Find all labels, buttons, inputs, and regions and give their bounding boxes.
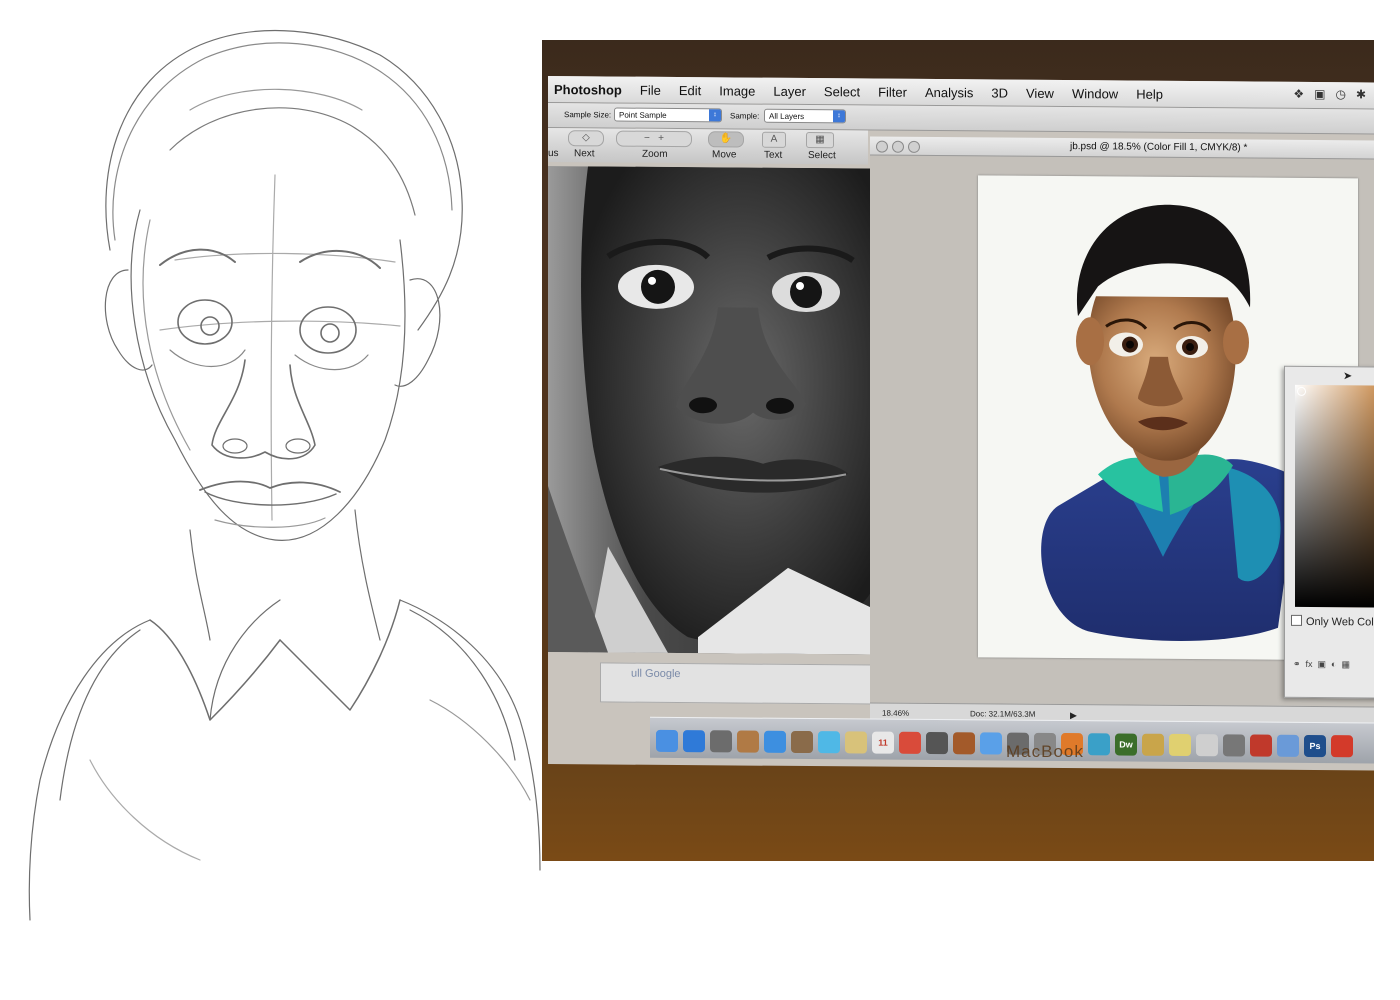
select-tool-icon[interactable]: ▦ (806, 132, 834, 149)
color-picker-panel: ➤ Only Web Colors ⚭ fx ▣ ◐ ▦ (1284, 365, 1374, 699)
appstore-icon[interactable] (683, 730, 705, 753)
checkbox-icon[interactable] (1291, 614, 1302, 626)
sketch-right-shoulder (399, 599, 541, 871)
notes-icon[interactable] (845, 731, 867, 754)
sketch-left-eye (177, 299, 233, 345)
menu-select[interactable]: Select (824, 84, 860, 99)
sketch-left-shoulder (28, 619, 151, 921)
safari-icon[interactable] (764, 730, 786, 753)
screen: Photoshop File Edit Image Layer Select F… (548, 76, 1374, 771)
sketch-right-eye (299, 306, 357, 354)
previous-button-label[interactable]: us (548, 148, 559, 159)
sample-size-label: Sample Size: (564, 110, 612, 120)
menu-window[interactable]: Window (1072, 86, 1118, 101)
color-picker-cursor-icon[interactable] (1297, 386, 1306, 396)
text-tool-icon[interactable]: A (762, 131, 786, 148)
zoom-icon[interactable]: − + (616, 130, 692, 148)
folder-icon[interactable] (1277, 734, 1299, 757)
menu-view[interactable]: View (1026, 85, 1054, 100)
acrobat-icon[interactable] (1250, 734, 1272, 757)
next-button-label[interactable]: Next (574, 148, 595, 159)
bulb-icon[interactable] (1169, 733, 1191, 757)
document-size: Doc: 32.1M/63.3M (970, 709, 1036, 719)
chrome-icon[interactable] (899, 731, 921, 754)
move-icon[interactable]: ✋ (708, 131, 744, 148)
system-tray: ❖ ▣ ◷ ✱ (1293, 87, 1366, 102)
acrobat-reader-icon[interactable] (1331, 735, 1353, 758)
menu-file[interactable]: File (640, 82, 661, 97)
sample-size-value: Point Sample (619, 110, 667, 120)
macbook-logo: MacBook (1006, 742, 1084, 761)
chevron-updown-icon: ↕ (709, 109, 721, 122)
only-web-colors-option[interactable]: Only Web Colors (1291, 614, 1374, 629)
menu-3d[interactable]: 3D (991, 85, 1008, 100)
stamp-icon[interactable] (1142, 733, 1164, 756)
move-button-label[interactable]: Move (712, 149, 736, 160)
document-title: jb.psd @ 18.5% (Color Fill 1, CMYK/8) * (1070, 141, 1248, 154)
select-button-label[interactable]: Select (808, 150, 836, 161)
minimize-window-icon[interactable] (892, 140, 904, 153)
sketch-nose (211, 359, 316, 460)
menu-filter[interactable]: Filter (878, 84, 907, 99)
viewer-toolbar: us ◇ Next − + Zoom ✋ Move A Text ▦ Selec… (548, 128, 868, 165)
dreamweaver-icon[interactable]: Dw (1115, 733, 1137, 756)
sketch-hair-outline (105, 29, 463, 331)
sketch-right-brow (299, 250, 381, 269)
sketch-face-outline (130, 209, 406, 541)
sample-size-select[interactable]: Point Sample ↕ (614, 107, 722, 123)
menu-help[interactable]: Help (1136, 86, 1163, 101)
bluetooth-icon[interactable]: ✱ (1356, 87, 1366, 101)
display-icon[interactable]: ▣ (1314, 87, 1325, 101)
menu-image[interactable]: Image (719, 83, 755, 98)
sample-label: Sample: (730, 111, 760, 121)
menu-layer[interactable]: Layer (773, 83, 806, 98)
guitar-icon[interactable] (953, 732, 975, 755)
finder-icon[interactable] (656, 729, 678, 753)
text-button-label[interactable]: Text (764, 150, 782, 161)
sketch-mouth (199, 480, 341, 493)
preview-icon[interactable] (791, 730, 813, 754)
waves-icon[interactable] (1088, 733, 1110, 756)
dropbox-icon[interactable]: ❖ (1293, 87, 1304, 101)
camera-icon[interactable] (1223, 734, 1245, 757)
photoshop-icon[interactable]: Ps (1304, 734, 1326, 758)
background-window-text: ull Google (631, 667, 681, 681)
zoom-button-label[interactable]: Zoom (642, 149, 668, 160)
only-web-colors-label: Only Web Colors (1306, 615, 1374, 629)
zoom-level[interactable]: 18.46% (882, 709, 909, 718)
grid-app-icon[interactable] (926, 731, 948, 755)
close-window-icon[interactable] (876, 140, 888, 153)
next-arrow-icon[interactable]: ◇ (568, 130, 604, 147)
background-window[interactable]: ull Google (600, 662, 892, 705)
messages-icon[interactable] (818, 731, 840, 754)
sample-select[interactable]: All Layers ↕ (764, 108, 846, 124)
reference-photo (548, 166, 873, 655)
zoom-window-icon[interactable] (908, 140, 920, 153)
pencil-sketch (28, 29, 541, 921)
itunes-icon[interactable] (980, 732, 1002, 755)
menu-edit[interactable]: Edit (679, 83, 701, 98)
calendar-icon[interactable]: 11 (872, 731, 894, 754)
laptop-screen-photo: Photoshop File Edit Image Layer Select F… (542, 40, 1374, 861)
time-machine-icon[interactable]: ◷ (1335, 87, 1345, 101)
document-icon[interactable] (1196, 734, 1218, 757)
chevron-updown-icon: ↕ (833, 110, 845, 123)
sketch-collar (149, 619, 281, 721)
layer-panel-icons: ⚭ fx ▣ ◐ ▦ (1293, 658, 1350, 670)
sample-value: All Layers (769, 111, 805, 122)
menu-photoshop[interactable]: Photoshop (554, 82, 622, 98)
cursor-icon: ➤ (1343, 370, 1353, 383)
menu-analysis[interactable]: Analysis (925, 84, 973, 99)
document-titlebar: jb.psd @ 18.5% (Color Fill 1, CMYK/8) * (870, 136, 1374, 160)
color-field[interactable] (1295, 384, 1374, 608)
photos-icon[interactable] (737, 730, 759, 753)
clock-icon[interactable] (710, 730, 732, 753)
